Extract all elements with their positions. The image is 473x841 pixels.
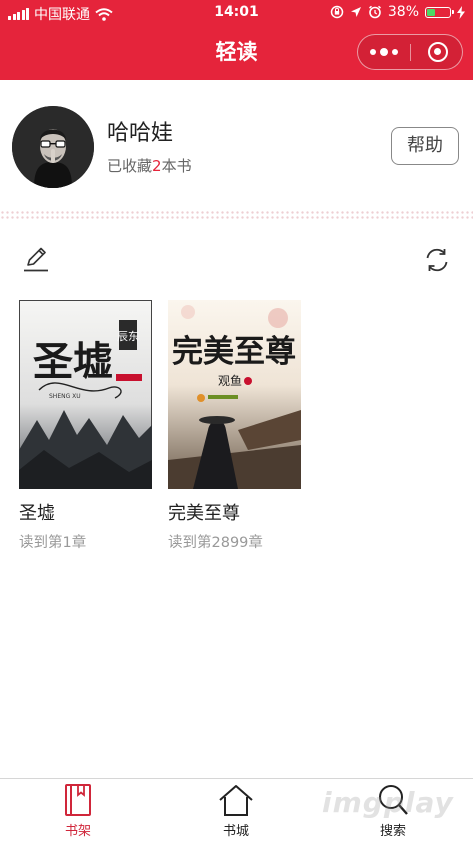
avatar[interactable] — [12, 106, 94, 188]
book-item[interactable]: 完美至尊 观鱼 完美至尊 读到第2899章 — [168, 300, 301, 552]
close-mini-program-button[interactable] — [428, 42, 448, 62]
pencil-icon[interactable] — [22, 244, 50, 272]
cover-author: 观鱼 — [218, 374, 242, 388]
book-title[interactable]: 圣墟 — [19, 499, 152, 525]
tab-label-bookshelf: 书架 — [64, 824, 91, 839]
more-menu-button[interactable] — [358, 35, 410, 69]
book-cover[interactable]: 完美至尊 观鱼 — [168, 300, 301, 489]
tab-bookstore[interactable]: 书城 — [196, 783, 276, 839]
cover-title: 圣墟 — [33, 338, 113, 385]
book-title[interactable]: 完美至尊 — [168, 499, 301, 525]
status-bar: 中国联通 14:01 38% — [0, 0, 473, 26]
rotation-lock-icon — [330, 5, 344, 19]
book-progress: 读到第2899章 — [168, 535, 263, 551]
section-divider — [0, 210, 473, 220]
book-item[interactable]: 辰东 圣墟 SHENG XU 圣墟 读到第1章 — [19, 300, 152, 552]
tab-bookshelf[interactable]: 书架 — [38, 783, 118, 839]
book-progress: 读到第1章 — [19, 535, 87, 551]
collection-prefix: 已收藏 — [107, 157, 153, 175]
collection-suffix: 本书 — [161, 157, 192, 175]
avatar-image — [12, 106, 94, 188]
home-icon — [219, 785, 253, 816]
collection-count: 2 — [152, 157, 162, 175]
location-icon — [350, 7, 361, 17]
capsule-divider — [410, 44, 411, 61]
watermark: imgplay — [322, 786, 454, 819]
top-bar: 中国联通 14:01 38% 轻读 — [0, 0, 473, 80]
collection-summary: 已收藏2本书 — [107, 155, 192, 176]
cover-title: 完美至尊 — [172, 334, 296, 370]
tab-label-search: 搜索 — [379, 824, 406, 839]
user-name: 哈哈娃 — [107, 121, 174, 146]
cover-badge: 辰东 — [117, 330, 139, 343]
tab-label-bookstore: 书城 — [222, 824, 249, 839]
cover-subtitle: SHENG XU — [49, 393, 81, 400]
alarm-icon — [368, 5, 381, 19]
sync-icon[interactable] — [422, 245, 452, 275]
mini-program-capsule — [357, 34, 463, 70]
battery-percent: 38% — [387, 4, 419, 20]
book-cover[interactable]: 辰东 圣墟 SHENG XU — [19, 300, 152, 489]
help-button[interactable]: 帮助 — [391, 127, 459, 165]
bookshelf-icon — [65, 784, 91, 816]
battery-icon — [425, 6, 454, 18]
charging-icon — [457, 5, 465, 19]
